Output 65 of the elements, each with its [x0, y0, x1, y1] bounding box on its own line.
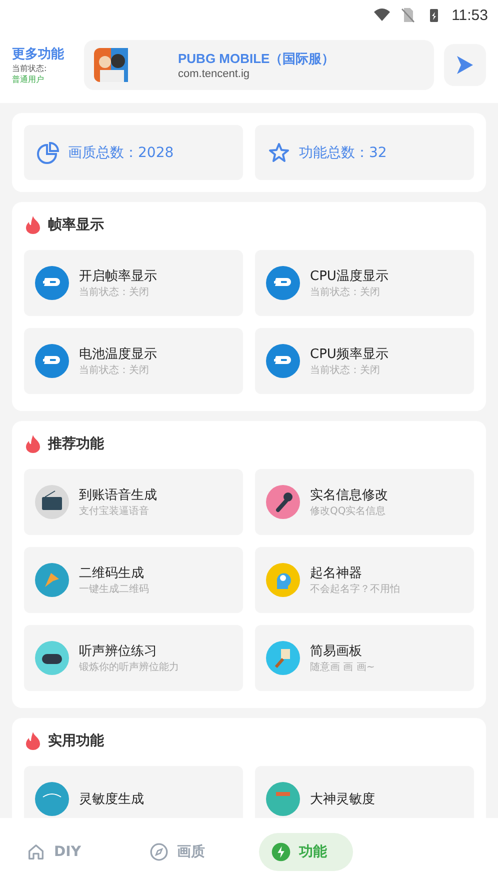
feature-subtitle: 不会起名字？不用怕	[310, 582, 400, 596]
feature-tile[interactable]: 灵敏度生成	[24, 766, 243, 818]
dash-icon	[35, 266, 69, 300]
feature-tile[interactable]: CPU频率显示 当前状态：关闭	[255, 328, 474, 394]
feature-subtitle: 修改QQ实名信息	[310, 504, 387, 518]
section-title: 帧率显示	[48, 216, 104, 234]
pie-chart-icon	[36, 140, 60, 164]
section-title: 实用功能	[48, 732, 104, 750]
stat-label: 画质总数：2028	[68, 144, 174, 162]
feature-title: 起名神器	[310, 565, 363, 582]
status-label: 当前状态:	[12, 63, 48, 74]
feature-title: 二维码生成	[79, 565, 145, 582]
feature-tile[interactable]: 起名神器 不会起名字？不用怕	[255, 547, 474, 613]
feature-title: 电池温度显示	[79, 346, 157, 363]
package-name: com.tencent.ig	[178, 68, 251, 80]
feature-title: 简易画板	[310, 643, 363, 660]
feature-subtitle: 当前状态：关闭	[310, 364, 381, 377]
flame-icon	[26, 435, 40, 453]
dash-icon	[35, 344, 69, 378]
feature-tile[interactable]: 到账语音生成 支付宝装逼语音	[24, 469, 243, 535]
feature-subtitle: 当前状态：关闭	[310, 286, 381, 299]
feature-tile[interactable]: 简易画板 随意画 画 画~	[255, 625, 474, 691]
star-icon	[267, 140, 291, 164]
feature-tile[interactable]: 听声辨位练习 锻炼你的听声辨位能力	[24, 625, 243, 691]
compass-icon	[148, 842, 169, 862]
home-icon	[26, 842, 46, 862]
radio-icon	[35, 485, 69, 519]
feature-subtitle: 支付宝装逼语音	[79, 504, 150, 518]
feature-title: CPU频率显示	[310, 346, 388, 363]
feature-tile[interactable]: 实名信息修改 修改QQ实名信息	[255, 469, 474, 535]
feature-tile[interactable]: CPU温度显示 当前状态：关闭	[255, 250, 474, 316]
app-name: PUBG MOBILE（国际服）	[178, 50, 335, 68]
bolt-icon	[270, 842, 291, 862]
flame-icon	[26, 216, 40, 234]
feature-tile[interactable]: 电池温度显示 当前状态：关闭	[24, 328, 243, 394]
feature-tile[interactable]: 开启帧率显示 当前状态：关闭	[24, 250, 243, 316]
no-sim-icon	[400, 7, 416, 23]
feature-subtitle: 当前状态：关闭	[79, 286, 150, 299]
feature-title: CPU温度显示	[310, 268, 388, 285]
clock-time: 11:53	[452, 6, 488, 24]
dash-icon	[266, 266, 300, 300]
brush-icon	[266, 641, 300, 675]
more-features-title: 更多功能	[12, 46, 65, 63]
feature-title: 实名信息修改	[310, 487, 388, 504]
status-value: 普通用户	[12, 74, 45, 85]
head-icon	[266, 563, 300, 597]
flame-icon	[26, 732, 40, 750]
play-icon	[456, 55, 474, 75]
feature-title: 大神灵敏度	[310, 791, 375, 808]
play-button[interactable]	[444, 44, 486, 86]
wifi-icon	[374, 7, 390, 23]
feature-tile[interactable]: 二维码生成 一键生成二维码	[24, 547, 243, 613]
feature-title: 到账语音生成	[79, 487, 157, 504]
feature-title: 听声辨位练习	[79, 643, 158, 660]
feature-title: 开启帧率显示	[79, 268, 157, 285]
app-selector[interactable]: PUBG MOBILE（国际服） com.tencent.ig	[84, 40, 434, 90]
dash-icon	[266, 344, 300, 378]
feature-subtitle: 随意画 画 画~	[310, 660, 375, 674]
feature-title: 灵敏度生成	[79, 791, 144, 808]
feature-subtitle: 当前状态：关闭	[79, 364, 150, 377]
feature-tile[interactable]: 大神灵敏度	[255, 766, 474, 818]
feature-subtitle: 一键生成二维码	[79, 582, 149, 596]
feature-subtitle: 锻炼你的听声辨位能力	[79, 660, 179, 674]
stat-label: 功能总数：32	[299, 144, 387, 162]
section-title: 推荐功能	[48, 435, 104, 453]
